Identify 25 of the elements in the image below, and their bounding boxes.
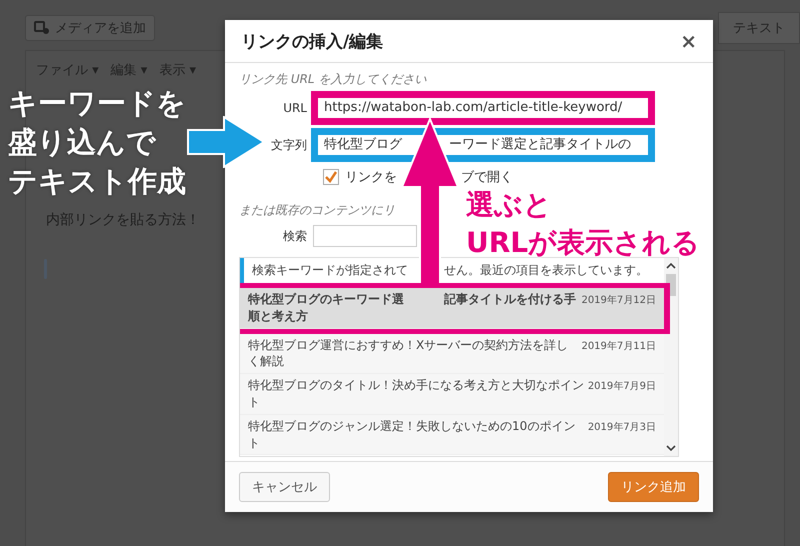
field-label: URL [282,101,307,115]
close-button[interactable]: × [676,29,701,53]
media-icon [34,21,50,35]
result-item[interactable]: 特化型ブログのタイトル！決め手になる考え方と大切なポイント 2019年7月9日 [240,374,664,415]
checkbox[interactable] [323,169,339,185]
result-item[interactable]: 特化型ブログのジャンル選定！失敗しないための10のポイント 2019年7月3日 [240,414,664,456]
result-item[interactable]: 特化型ブログのキーワード選 記事タイトルを付ける手順と考え方 2019年7月12日 [240,288,664,329]
annotation-text: 選ぶと URLが表示される [466,187,700,261]
url-hint: リンク先 URL を入力してください [239,71,426,88]
cancel-button[interactable]: キャンセル [239,472,330,502]
checkbox-label: ブで開く [461,169,513,186]
dialog-title: リンクの挿入/編集 [241,30,384,52]
chevron-up-icon[interactable] [666,262,676,270]
result-item[interactable]: 特化型ブログ運営におすすめ！Xサーバーの契約方法を詳しく解説 2019年7月11日 [240,334,664,374]
input-field[interactable]: https://watabon-lab.com/article-title-keyword/ [318,98,648,118]
chevron-down-icon[interactable] [666,444,676,452]
notice-text: 検索キーワードが指定されて [252,262,409,279]
existing-content-hint: または既存のコンテンツにリ [239,202,395,219]
search-label: 検索 [282,228,307,244]
input-field[interactable]: 特化型ブログ ーワード選定と記事タイトルの [318,135,648,155]
field-label: 文字列 [270,136,307,154]
annotation-text: キーワードを 盛り込んで テキスト作成 [8,85,186,200]
checkbox-label: リンクを [345,169,398,186]
search-field[interactable] [313,225,417,247]
notice-text: せん。最近の項目を表示しています。 [444,262,648,279]
